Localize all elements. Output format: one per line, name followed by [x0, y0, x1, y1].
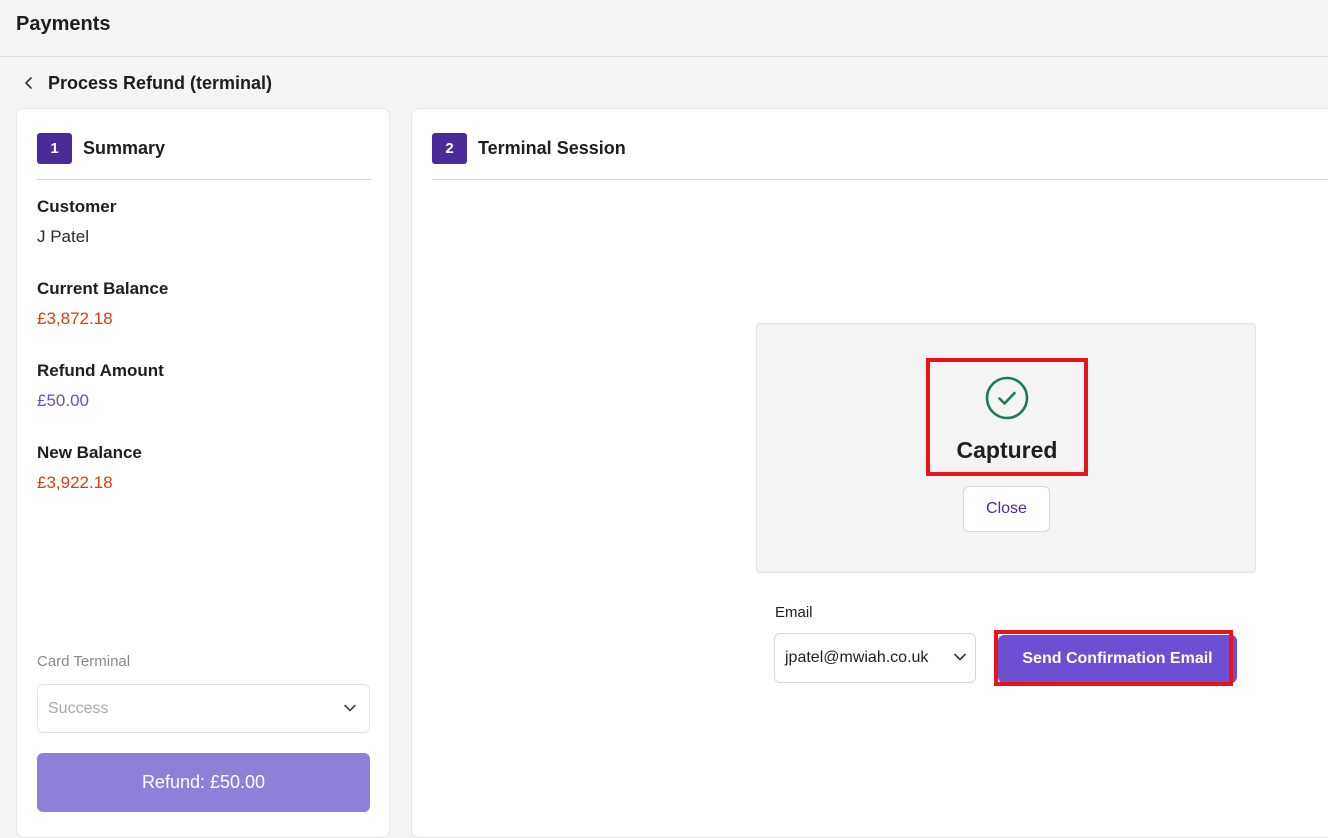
app-header: Payments — [0, 0, 1328, 57]
step-badge: 1 — [37, 133, 72, 164]
divider — [37, 179, 371, 180]
app-title: Payments — [16, 13, 111, 35]
chevron-down-icon — [343, 700, 357, 718]
card-terminal-select[interactable]: Success — [37, 684, 370, 733]
check-circle-icon — [983, 374, 1031, 427]
breadcrumb-back[interactable]: Process Refund (terminal) — [24, 70, 272, 96]
send-button-highlight — [994, 630, 1233, 686]
card-terminal-label: Card Terminal — [37, 653, 131, 670]
email-select[interactable]: jpatel@mwiah.co.uk — [774, 633, 976, 683]
captured-highlight: Captured — [926, 358, 1088, 476]
summary-list: Customer J Patel Current Balance £3,872.… — [37, 195, 168, 523]
card-terminal-value: Success — [48, 699, 109, 717]
summary-panel: 1 Summary Customer J Patel Current Balan… — [16, 108, 390, 838]
refund-amount-label: Refund Amount — [37, 361, 164, 380]
step-title: Summary — [83, 138, 166, 158]
summary-step-header: 1 Summary — [37, 133, 165, 164]
chevron-down-icon — [953, 649, 967, 667]
refund-button[interactable]: Refund: £50.00 — [37, 753, 370, 812]
new-balance-value: £3,922.18 — [37, 473, 113, 492]
divider — [432, 179, 1328, 180]
customer-label: Customer — [37, 197, 117, 216]
terminal-status-card: Captured Close — [756, 323, 1256, 573]
customer-value: J Patel — [37, 227, 89, 246]
terminal-session-panel: 2 Terminal Session Captured Close Email … — [411, 108, 1328, 838]
new-balance-label: New Balance — [37, 443, 142, 462]
email-label: Email — [775, 604, 813, 621]
email-value: jpatel@mwiah.co.uk — [785, 649, 929, 666]
close-button[interactable]: Close — [963, 486, 1050, 532]
refund-amount-value: £50.00 — [37, 391, 89, 410]
current-balance-label: Current Balance — [37, 279, 169, 298]
current-balance-value: £3,872.18 — [37, 309, 113, 328]
chevron-left-icon — [24, 76, 34, 90]
step-title: Terminal Session — [478, 138, 626, 158]
step-badge: 2 — [432, 133, 467, 164]
page-title: Process Refund (terminal) — [48, 72, 273, 93]
status-text: Captured — [956, 437, 1058, 463]
terminal-step-header: 2 Terminal Session — [432, 133, 626, 164]
